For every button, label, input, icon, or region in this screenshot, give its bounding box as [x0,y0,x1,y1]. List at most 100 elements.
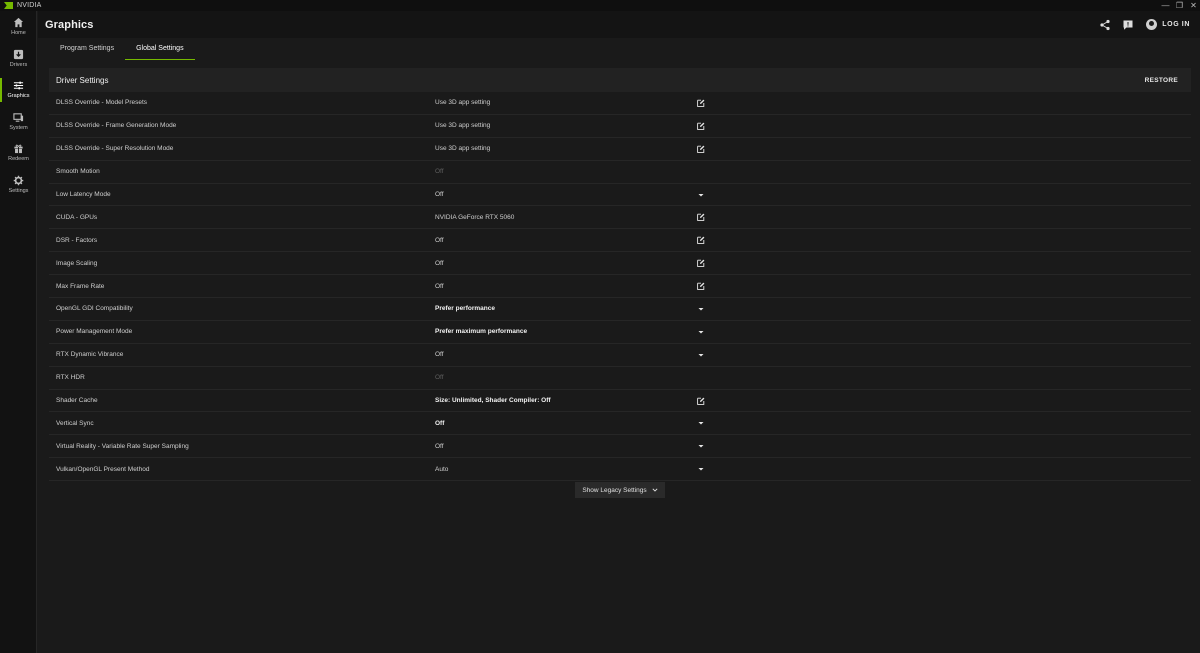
setting-row[interactable]: DSR - Factors Off [49,229,1191,253]
setting-value: Off [435,351,444,359]
setting-value: Auto [435,465,449,473]
setting-row[interactable]: OpenGL GDI Compatibility Prefer performan… [49,298,1191,321]
setting-value: Off [435,374,444,382]
setting-row[interactable]: DLSS Override - Model Presets Use 3D app … [49,92,1191,115]
setting-name: CUDA - GPUs [56,213,98,221]
show-legacy-settings-button[interactable]: Show Legacy Settings [575,482,665,498]
edit-icon[interactable] [696,259,705,268]
setting-value: Off [435,191,444,198]
edit-icon[interactable] [696,396,705,405]
edit-icon[interactable] [696,144,705,153]
share-icon[interactable] [1099,19,1111,31]
panel-title: Driver Settings [56,75,109,85]
nvidia-logo-icon [4,2,13,9]
setting-row: Smooth Motion Off [49,161,1191,184]
chevron-down-icon [652,488,658,492]
setting-name: RTX Dynamic Vibrance [56,351,124,359]
dropdown-caret-icon[interactable] [696,350,705,359]
setting-name: Vulkan/OpenGL Present Method [56,465,150,473]
app-name: NVIDIA [17,2,42,9]
page-title: Graphics [45,18,94,31]
sidebar-item-label: System [9,124,28,131]
setting-name: OpenGL GDI Compatibility [56,305,133,313]
setting-row[interactable]: Virtual Reality - Variable Rate Super Sa… [49,435,1191,459]
setting-row[interactable]: Vulkan/OpenGL Present Method Auto [49,458,1191,482]
setting-value: Use 3D app setting [435,122,491,130]
setting-name: DLSS Override - Super Resolution Mode [56,145,174,153]
setting-value: Size: Unlimited, Shader Compiler: Off [435,397,551,405]
edit-icon[interactable] [696,121,705,130]
sidebar-item-settings[interactable]: Settings [0,169,37,201]
setting-value: Use 3D app setting [435,99,491,107]
dropdown-caret-icon[interactable] [696,442,705,451]
gear-icon [13,175,24,186]
setting-name: Power Management Mode [56,328,133,336]
setting-row[interactable]: Low Latency Mode Off [49,184,1191,207]
login-button[interactable]: LOG IN [1146,19,1190,30]
sidebar-item-drivers[interactable]: Drivers [0,43,37,75]
setting-row[interactable]: RTX Dynamic Vibrance Off [49,344,1191,367]
maximize-button[interactable]: ❐ [1173,0,1186,11]
setting-row[interactable]: Shader Cache Size: Unlimited, Shader Comp… [49,390,1191,413]
setting-name: RTX HDR [56,374,85,382]
edit-icon[interactable] [696,236,705,245]
window-controls: — ❐ ✕ [1158,0,1200,11]
setting-row[interactable]: DLSS Override - Frame Generation Mode Use… [49,115,1191,138]
sidebar: Home Drivers Graphics System Redeem Sett… [0,11,37,653]
setting-name: Smooth Motion [56,168,100,176]
panel-header: Driver Settings RESTORE [49,68,1191,92]
sidebar-item-label: Drivers [9,61,28,68]
home-icon [13,18,24,28]
setting-row[interactable]: Power Management Mode Prefer maximum perf… [49,321,1191,344]
settings-tabs: Program Settings Global Settings [49,38,196,60]
sidebar-item-label: Redeem [8,156,29,163]
setting-name: Image Scaling [56,259,98,267]
sidebar-item-label: Graphics [7,93,30,100]
tab-global-settings[interactable]: Global Settings [125,38,196,60]
setting-name: Max Frame Rate [56,282,105,290]
setting-row[interactable]: CUDA - GPUs NVIDIA GeForce RTX 5060 [49,206,1191,230]
restore-button[interactable]: RESTORE [1145,77,1178,84]
setting-row[interactable]: Vertical Sync Off [49,412,1191,436]
setting-row[interactable]: DLSS Override - Super Resolution Mode Use… [49,138,1191,161]
tab-program-settings[interactable]: Program Settings [49,38,125,60]
setting-row[interactable]: Max Frame Rate Off [49,275,1191,299]
setting-name: DLSS Override - Frame Generation Mode [56,122,177,130]
sidebar-item-graphics[interactable]: Graphics [0,74,37,106]
setting-value: Use 3D app setting [435,145,491,153]
legacy-button-label: Show Legacy Settings [582,486,647,494]
sidebar-item-label: Settings [8,187,29,194]
setting-name: DSR - Factors [56,236,98,244]
avatar [1146,19,1158,30]
gift-icon [14,144,23,154]
setting-value: NVIDIA GeForce RTX 5060 [435,213,515,221]
dropdown-caret-icon[interactable] [696,304,705,313]
setting-name: Vertical Sync [56,419,94,427]
minimize-button[interactable]: — [1159,0,1172,11]
edit-icon[interactable] [696,98,705,107]
close-button[interactable]: ✕ [1187,0,1200,11]
edit-icon[interactable] [696,213,705,222]
sidebar-item-label: Home [11,30,26,37]
login-label: LOG IN [1162,21,1190,28]
setting-row[interactable]: Image Scaling Off [49,252,1191,276]
sidebar-item-system[interactable]: System [0,106,37,138]
setting-value: Off [435,168,444,176]
setting-name: Shader Cache [56,397,98,405]
setting-name: Low Latency Mode [56,191,111,198]
dropdown-caret-icon[interactable] [696,190,705,199]
page-header: Graphics LOG IN [38,11,1200,38]
dropdown-caret-icon[interactable] [696,419,705,428]
sidebar-item-home[interactable]: Home [0,11,37,43]
feedback-icon[interactable] [1122,19,1134,31]
setting-value: Prefer maximum performance [435,328,528,336]
dropdown-caret-icon[interactable] [696,327,705,336]
sidebar-item-redeem[interactable]: Redeem [0,137,37,169]
setting-value: Off [435,236,444,244]
setting-row: RTX HDR Off [49,367,1191,390]
setting-value: Prefer performance [435,305,495,313]
edit-icon[interactable] [696,282,705,291]
dropdown-caret-icon[interactable] [696,465,705,474]
setting-name: Virtual Reality - Variable Rate Super Sa… [56,442,189,450]
sliders-icon [13,81,24,90]
